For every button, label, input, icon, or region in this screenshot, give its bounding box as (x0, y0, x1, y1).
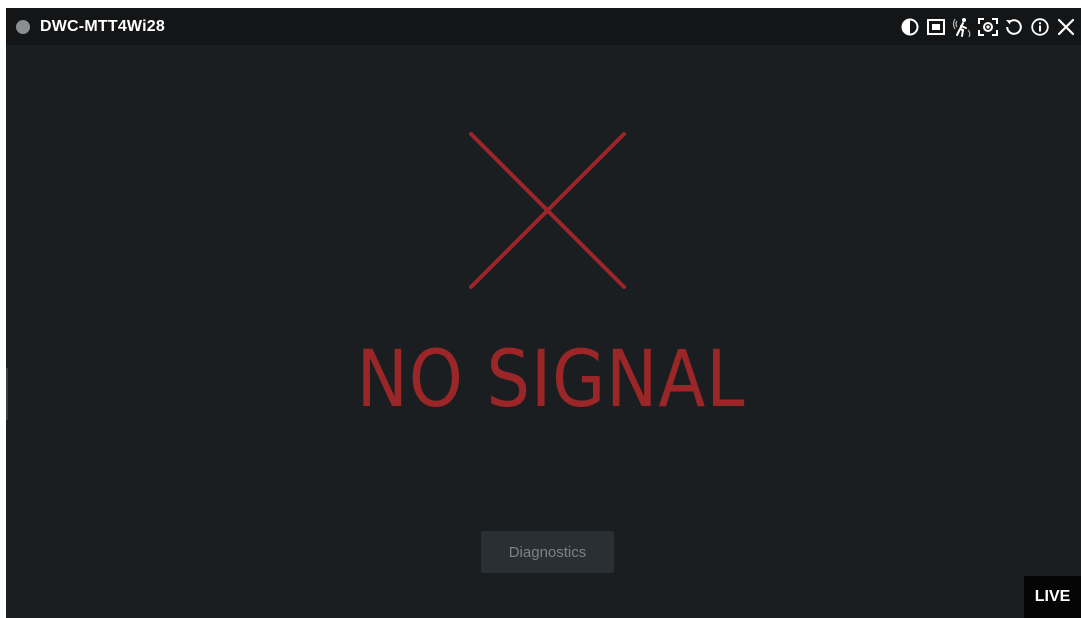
diagnostics-button[interactable]: Diagnostics (481, 531, 614, 573)
snapshot-icon[interactable] (977, 16, 999, 38)
tile-edge-marker (6, 368, 8, 420)
close-icon[interactable] (1055, 16, 1077, 38)
no-signal-x-icon (469, 132, 626, 289)
refresh-icon[interactable] (1003, 16, 1025, 38)
info-icon[interactable] (1029, 16, 1051, 38)
fit-window-icon[interactable] (925, 16, 947, 38)
camera-tile[interactable]: DWC-MTT4Wi28 NO SIGNAL Diagnostics LIVE (6, 8, 1081, 618)
status-indicator (16, 20, 30, 34)
camera-toolbar (899, 14, 1077, 39)
no-signal-message: NO SIGNAL (356, 335, 746, 425)
camera-titlebar: DWC-MTT4Wi28 (6, 8, 1081, 45)
contrast-icon[interactable] (899, 16, 921, 38)
live-badge[interactable]: LIVE (1024, 576, 1081, 618)
camera-name: DWC-MTT4Wi28 (40, 18, 165, 35)
motion-detection-icon[interactable] (951, 16, 973, 38)
